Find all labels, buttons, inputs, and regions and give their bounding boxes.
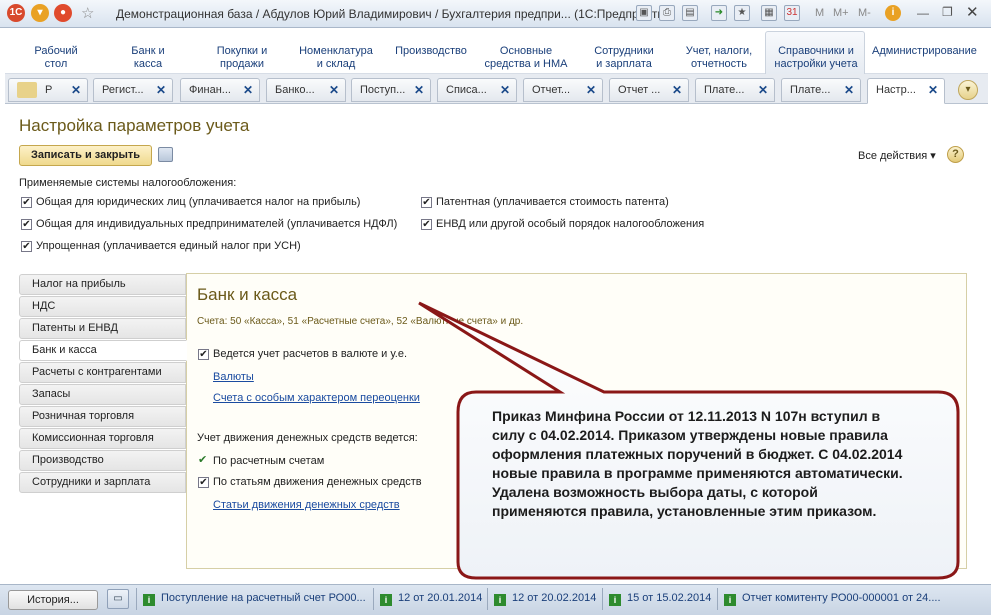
info-icon: i [494,594,506,606]
info-icon: i [724,594,736,606]
status-task[interactable]: i 15 от 15.02.2014 [609,592,711,606]
status-task[interactable]: i Поступление на расчетный счет РО00... [143,592,366,606]
status-separator [136,588,137,610]
windows-list-icon[interactable]: ▭ [107,589,129,609]
nav-item-bank[interactable]: Банк и касса [19,340,187,361]
status-task[interactable]: i 12 от 20.01.2014 [380,592,482,606]
callout-bubble [418,301,960,580]
status-separator [487,588,488,610]
history-button[interactable]: История... [8,590,98,610]
info-icon: i [609,594,621,606]
status-separator [717,588,718,610]
status-separator [373,588,374,610]
status-separator [602,588,603,610]
info-icon: i [380,594,392,606]
info-icon: i [143,594,155,606]
callout-text: Приказ Минфина России от 12.11.2013 N 10… [492,408,903,519]
status-task[interactable]: i Отчет комитенту РО00-000001 от 24.... [724,592,986,606]
status-task[interactable]: i 12 от 20.02.2014 [494,592,596,606]
